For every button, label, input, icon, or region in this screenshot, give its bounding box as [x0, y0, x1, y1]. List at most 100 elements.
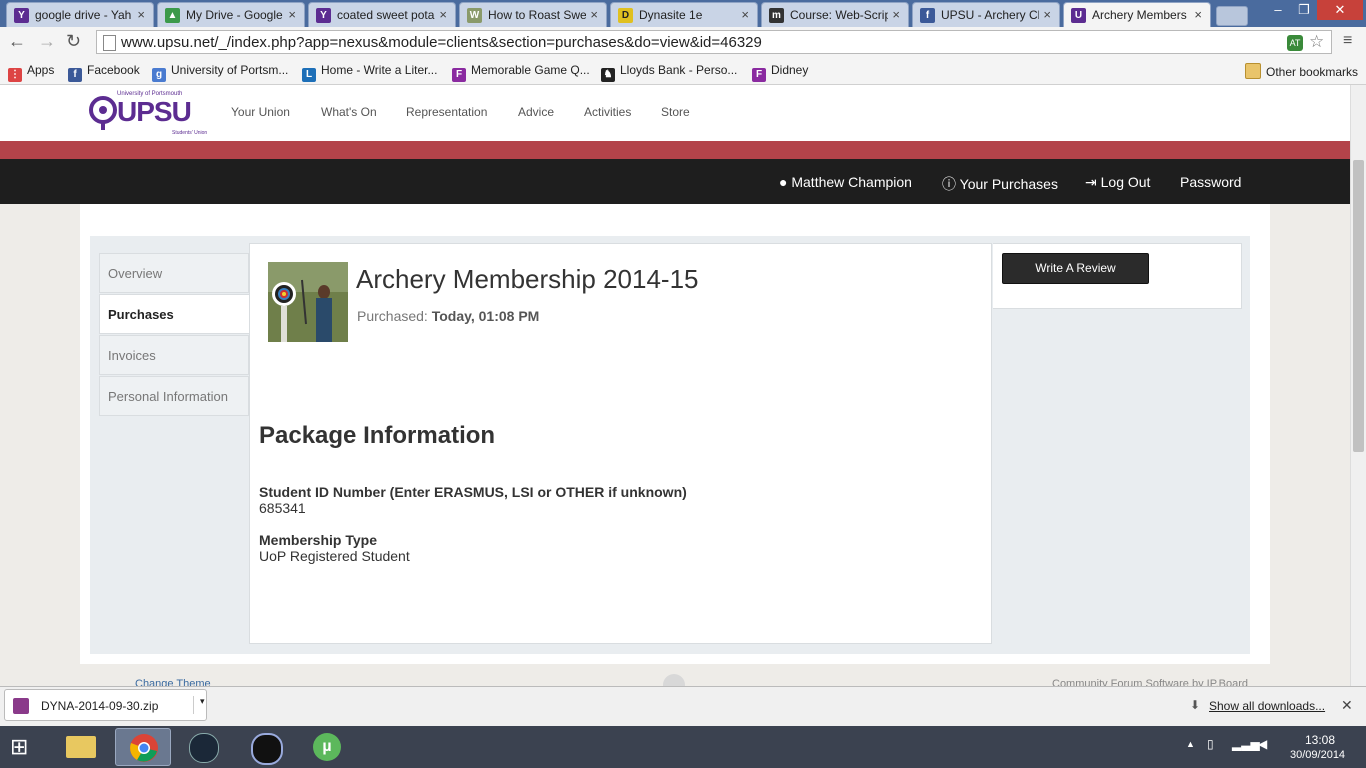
upsu-logo[interactable]: University of Portsmouth UPSU Students' … [88, 91, 207, 136]
download-item[interactable]: DYNA-2014-09-30.zip ▾ [4, 689, 207, 721]
site-header: University of Portsmouth UPSU Students' … [0, 85, 1350, 141]
purchased-value: Today, 01:08 PM [431, 308, 540, 324]
nav-your-union[interactable]: Your Union [231, 105, 290, 119]
signal-icon[interactable]: ▂▃▅ [1232, 737, 1260, 751]
tab-label: Dynasite 1e [639, 8, 703, 22]
field-value: 685341 [259, 500, 306, 516]
url-text: www.upsu.net/_/index.php?app=nexus&modul… [121, 34, 762, 51]
nav-advice[interactable]: Advice [518, 105, 554, 119]
your-purchases-link[interactable]: ⓘ Your Purchases [942, 174, 1058, 194]
address-bar[interactable]: www.upsu.net/_/index.php?app=nexus&modul… [96, 30, 1332, 54]
clock-date[interactable]: 30/09/2014 [1290, 749, 1345, 761]
download-shelf: DYNA-2014-09-30.zip ▾ ⬇ Show all downloa… [0, 686, 1366, 727]
bookmark-didney[interactable]: F Didney [752, 63, 808, 82]
dropdown-icon[interactable]: ▾ [193, 696, 205, 714]
other-bookmarks[interactable]: Other bookmarks [1245, 63, 1358, 79]
tray-expand-icon[interactable]: ▲ [1186, 739, 1195, 749]
tab-label: coated sweet pota [337, 8, 435, 22]
browser-tab[interactable]: ▲ My Drive - Google × [157, 2, 305, 27]
close-icon[interactable]: × [1043, 7, 1051, 22]
user-bar: ● Matthew Champion ⓘ Your Purchases ⇥ Lo… [0, 159, 1350, 204]
back-to-top-icon[interactable] [663, 674, 685, 686]
show-all-downloads-link[interactable]: Show all downloads... [1209, 699, 1325, 713]
nav-representation[interactable]: Representation [406, 105, 487, 119]
tab-label: UPSU - Archery Cl [941, 8, 1039, 22]
nav-activities[interactable]: Activities [584, 105, 631, 119]
close-icon[interactable]: × [741, 7, 749, 22]
bookmarks-bar: ⋮ Apps f Facebook g University of Portsm...… [0, 58, 1366, 85]
yahoo-icon: Y [14, 8, 29, 23]
browser-tab[interactable]: D Dynasite 1e × [610, 2, 758, 27]
logo-bottom-text: Students' Union [172, 130, 208, 136]
file-explorer-icon[interactable] [54, 728, 110, 766]
media-player-icon[interactable] [238, 728, 294, 766]
accent-bar [0, 141, 1350, 159]
tab-label: google drive - Yah [35, 8, 132, 22]
nav-whats-on[interactable]: What's On [321, 105, 377, 119]
forum-software-credit[interactable]: Community Forum Software by IP.Board [1052, 678, 1248, 686]
close-shelf-icon[interactable]: ✕ [1341, 697, 1353, 714]
browser-tab[interactable]: Y coated sweet pota × [308, 2, 456, 27]
volume-icon[interactable]: ◀ [1258, 737, 1267, 751]
close-window-icon[interactable]: ✕ [1317, 0, 1363, 20]
client-sidenav: Overview Purchases Invoices Personal Inf… [99, 253, 249, 418]
field-label: Membership Type [259, 532, 377, 548]
minimize-icon[interactable]: – [1263, 2, 1293, 17]
tab-label: My Drive - Google [186, 8, 283, 22]
close-icon[interactable]: × [1194, 7, 1202, 22]
site-footer: Change Theme Community Forum Software by… [0, 664, 1350, 686]
change-theme-link[interactable]: Change Theme [135, 678, 211, 686]
write-review-button[interactable]: Write A Review [1002, 253, 1149, 284]
browser-tab-active[interactable]: U Archery Members × [1063, 2, 1211, 27]
purchases-label: Your Purchases [959, 176, 1058, 192]
user-icon: ● [779, 174, 788, 190]
close-icon[interactable]: × [590, 7, 598, 22]
browser-tab[interactable]: Y google drive - Yah × [6, 2, 154, 27]
archery-photo-icon [268, 262, 348, 342]
bookmark-facebook[interactable]: f Facebook [68, 63, 140, 82]
new-tab-button[interactable] [1216, 6, 1248, 26]
bookmark-game-quotes[interactable]: F Memorable Game Q... [452, 63, 590, 82]
close-icon[interactable]: × [439, 7, 447, 22]
bookmark-lloyds[interactable]: ♞ Lloyds Bank - Perso... [601, 63, 737, 82]
sidenav-invoices[interactable]: Invoices [99, 335, 249, 375]
device-icon[interactable]: ▯ [1207, 737, 1214, 751]
close-icon[interactable]: × [288, 7, 296, 22]
bookmark-apps[interactable]: ⋮ Apps [8, 63, 54, 82]
scrollbar-thumb[interactable] [1353, 160, 1364, 452]
reload-icon[interactable]: ↻ [66, 31, 81, 52]
upsu-icon: U [1071, 8, 1086, 23]
browser-tab[interactable]: f UPSU - Archery Cl × [912, 2, 1060, 27]
bookmark-university[interactable]: g University of Portsm... [152, 63, 288, 82]
yahoo-icon: Y [316, 8, 331, 23]
clock-time[interactable]: 13:08 [1305, 733, 1335, 747]
logout-link[interactable]: ⇥ Log Out [1085, 174, 1150, 191]
horse-icon: ♞ [601, 68, 615, 82]
download-filename: DYNA-2014-09-30.zip [41, 699, 159, 713]
sidenav-overview[interactable]: Overview [99, 253, 249, 293]
windows-start-icon[interactable]: ⊞ [10, 734, 28, 760]
user-profile-link[interactable]: ● Matthew Champion [779, 174, 912, 190]
steam-icon[interactable] [176, 728, 232, 766]
purchased-label: Purchased: [357, 308, 428, 324]
star-icon[interactable]: ☆ [1309, 32, 1324, 52]
sidenav-personal-information[interactable]: Personal Information [99, 376, 249, 416]
back-icon[interactable]: ← [8, 31, 26, 52]
page-scrollbar[interactable] [1350, 85, 1366, 686]
extension-icon[interactable]: AT [1287, 35, 1303, 51]
close-icon[interactable]: × [137, 7, 145, 22]
dynasite-icon: D [618, 8, 633, 23]
folder-icon [1245, 63, 1261, 79]
menu-icon[interactable]: ≡ [1343, 32, 1352, 50]
restore-icon[interactable]: ❐ [1292, 2, 1316, 18]
forward-icon[interactable]: → [38, 31, 56, 52]
sidenav-purchases[interactable]: Purchases [99, 294, 249, 334]
chrome-icon[interactable] [115, 728, 171, 766]
browser-tab[interactable]: m Course: Web-Scrip × [761, 2, 909, 27]
close-icon[interactable]: × [892, 7, 900, 22]
nav-store[interactable]: Store [661, 105, 690, 119]
bookmark-literature[interactable]: L Home - Write a Liter... [302, 63, 437, 82]
password-link[interactable]: Password [1180, 174, 1241, 190]
browser-tab[interactable]: W How to Roast Swe × [459, 2, 607, 27]
utorrent-icon[interactable]: µ [300, 728, 356, 766]
